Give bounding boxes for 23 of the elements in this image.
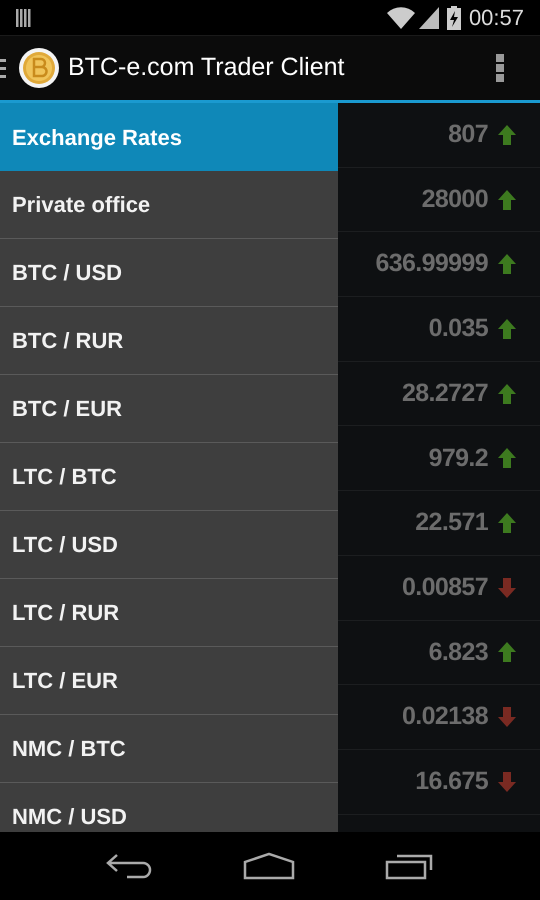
- drawer-item[interactable]: Exchange Rates: [0, 103, 338, 171]
- rate-value: 16.675: [415, 766, 488, 797]
- menu-icon[interactable]: [0, 57, 6, 79]
- back-icon[interactable]: [105, 853, 153, 879]
- rate-value: 28.2727: [402, 378, 488, 409]
- rate-value: 6.823: [428, 636, 488, 668]
- wifi-icon: [386, 6, 415, 28]
- rate-value: 0.035: [428, 313, 488, 344]
- rate-value: 636.99999: [375, 248, 488, 280]
- rate-value: 28000: [422, 184, 488, 215]
- recent-apps-icon[interactable]: [385, 852, 435, 880]
- bitcoin-logo-icon[interactable]: [18, 47, 60, 89]
- clock: 00:57: [468, 4, 524, 32]
- rate-value: 0.02138: [402, 701, 488, 732]
- rate-value: 979.2: [428, 442, 488, 474]
- home-icon[interactable]: [243, 852, 295, 880]
- signal-icon: [418, 6, 439, 28]
- app-title: BTC-e.com Trader Client: [68, 52, 344, 84]
- battery-icon: [446, 6, 461, 30]
- rate-value: 22.571: [415, 507, 488, 538]
- rate-value: 807: [448, 119, 488, 150]
- rate-value: 0.00857: [402, 572, 488, 603]
- overflow-menu-icon[interactable]: [496, 54, 504, 82]
